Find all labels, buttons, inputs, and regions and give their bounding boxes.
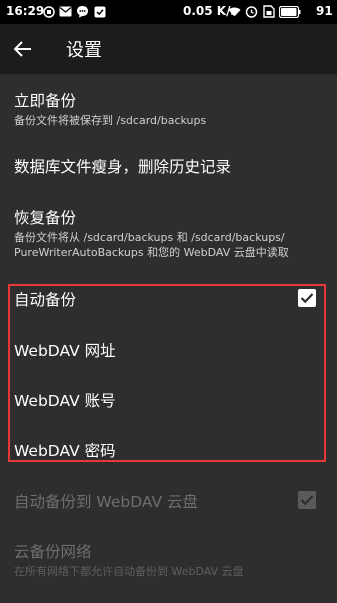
status-bar: 16:29 0.05 K/s 91 (0, 0, 337, 24)
backup-now-summary: 备份文件将被保存到 /sdcard/backups (14, 114, 207, 127)
auto-backup-title: 自动备份 (14, 291, 77, 309)
database-slim-item[interactable]: 数据库文件瘦身，删除历史记录 (14, 155, 329, 177)
wifi-icon (228, 5, 241, 18)
webdav-account-item[interactable]: WebDAV 账号 (14, 389, 329, 411)
auto-backup-checkbox[interactable] (298, 289, 316, 307)
webdav-url-title: WebDAV 网址 (14, 342, 116, 360)
battery-icon (279, 5, 301, 18)
status-time: 16:29 (6, 4, 45, 18)
database-slim-title: 数据库文件瘦身，删除历史记录 (14, 158, 232, 176)
check-notification-icon (93, 5, 106, 18)
checkmark-icon (300, 293, 314, 304)
cloud-backup-network-title: 云备份网络 (14, 543, 92, 561)
webdav-password-title: WebDAV 密码 (14, 442, 116, 460)
auto-backup-webdav-item: 自动备份到 WebDAV 云盘 (14, 490, 329, 512)
auto-backup-item[interactable]: 自动备份 (14, 288, 329, 310)
backup-now-title: 立即备份 (14, 92, 77, 110)
auto-backup-webdav-title: 自动备份到 WebDAV 云盘 (14, 493, 199, 511)
webdav-account-title: WebDAV 账号 (14, 392, 116, 410)
back-button[interactable] (10, 36, 36, 62)
system-icons (228, 5, 301, 18)
arrow-left-icon (14, 41, 31, 57)
app-toolbar: 设置 (0, 24, 337, 74)
auto-backup-webdav-checkbox (298, 491, 316, 509)
cloud-backup-network-summary: 在所有网络下都允许自动备份到 WebDAV 云盘 (14, 565, 244, 578)
stop-icon (42, 5, 55, 18)
webdav-url-item[interactable]: WebDAV 网址 (14, 339, 329, 361)
sim-icon (262, 5, 275, 18)
notification-icons (42, 5, 106, 18)
checkmark-icon (300, 495, 314, 506)
webdav-password-item[interactable]: WebDAV 密码 (14, 439, 329, 461)
mail-icon (59, 5, 72, 18)
alarm-icon (245, 5, 258, 18)
backup-now-item[interactable]: 立即备份 备份文件将被保存到 /sdcard/backups (14, 89, 329, 128)
page-title: 设置 (66, 40, 102, 61)
cloud-backup-network-item: 云备份网络 在所有网络下都允许自动备份到 WebDAV 云盘 (14, 540, 329, 579)
battery-level: 91 (316, 4, 333, 18)
restore-backup-item[interactable]: 恢复备份 备份文件将从 /sdcard/backups 和 /sdcard/ba… (14, 206, 329, 260)
restore-backup-title: 恢复备份 (14, 209, 77, 227)
chat-icon (76, 5, 89, 18)
restore-backup-summary: 备份文件将从 /sdcard/backups 和 /sdcard/backups… (14, 231, 289, 259)
